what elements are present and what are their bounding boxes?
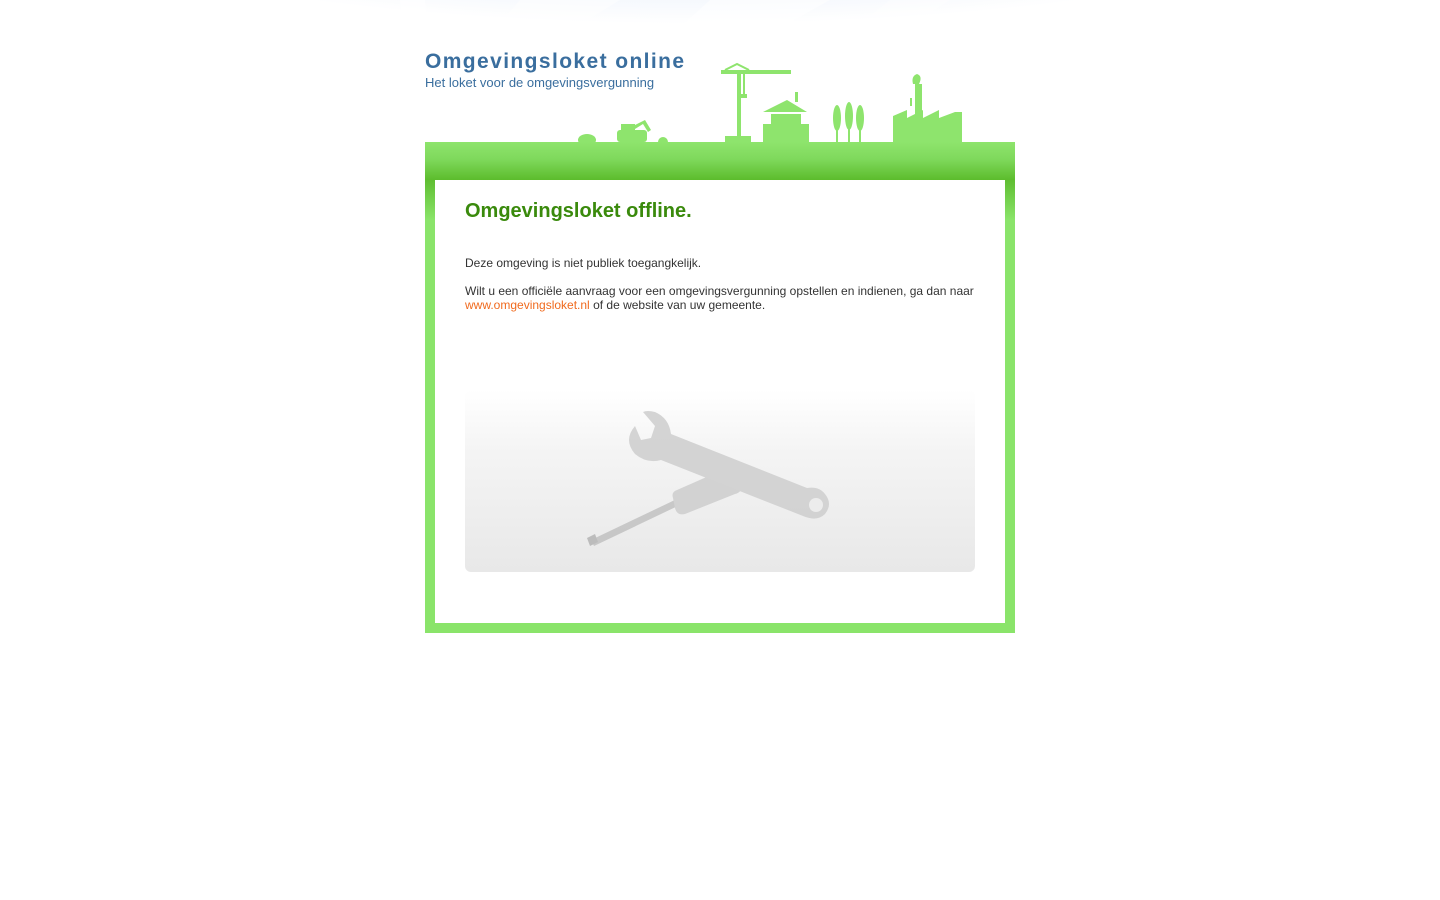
instruction-text: Wilt u een officiële aanvraag voor een o… [465, 284, 985, 312]
instruction-text-after: of de website van uw gemeente. [589, 298, 766, 312]
construction-skyline-icon [578, 62, 962, 144]
page-title: Omgevingsloket offline. [465, 200, 692, 222]
notice-text: Deze omgeving is niet publiek toegangkel… [465, 256, 702, 270]
wrench-screwdriver-icon [587, 411, 829, 546]
main-frame: Omgevingsloket offline. Deze omgeving is… [425, 142, 1015, 633]
green-band [425, 142, 1015, 180]
maintenance-illustration [465, 390, 975, 572]
frame-shadow-right [1005, 180, 1015, 220]
content-panel: Omgevingsloket offline. Deze omgeving is… [435, 180, 1005, 623]
page: Omgevingsloket online Het loket voor de … [0, 0, 1440, 900]
omgevingsloket-link[interactable]: www.omgevingsloket.nl [465, 298, 590, 312]
instruction-text-before: Wilt u een officiële aanvraag voor een o… [465, 284, 974, 298]
frame-shadow-left [425, 180, 435, 220]
